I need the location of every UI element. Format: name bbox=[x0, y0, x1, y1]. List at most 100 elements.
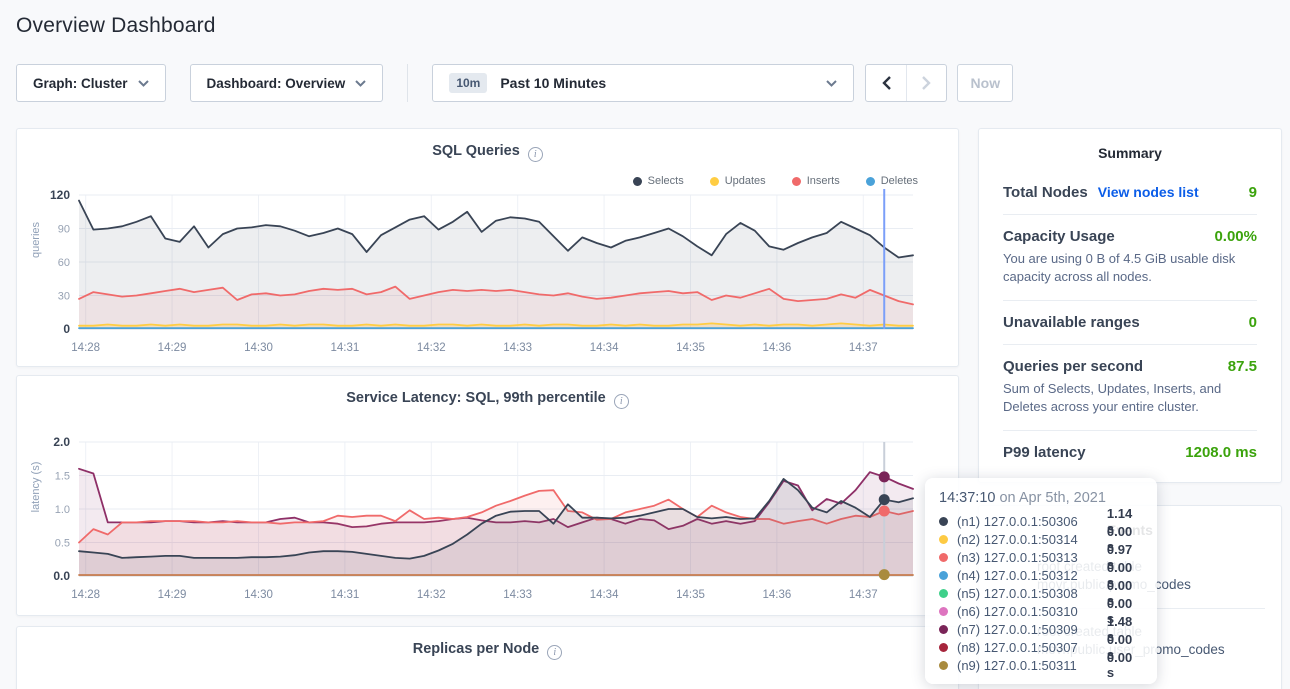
controls-bar: Graph: Cluster Dashboard: Overview 10m P… bbox=[16, 64, 1290, 102]
unavailable-ranges-label: Unavailable ranges bbox=[1003, 314, 1140, 331]
legend-dot bbox=[866, 177, 875, 186]
time-range-badge: 10m bbox=[449, 73, 487, 93]
svg-text:14:30: 14:30 bbox=[244, 342, 273, 354]
service-latency-panel: Service Latency: SQL, 99th percentilei l… bbox=[16, 375, 959, 616]
svg-text:1.0: 1.0 bbox=[55, 504, 70, 516]
svg-text:14:32: 14:32 bbox=[417, 342, 446, 354]
svg-text:14:28: 14:28 bbox=[71, 342, 100, 354]
legend-item: Updates bbox=[710, 175, 766, 187]
svg-text:14:30: 14:30 bbox=[244, 589, 273, 601]
summary-row-total-nodes: Total Nodes View nodes list 9 bbox=[1003, 171, 1257, 214]
svg-text:30: 30 bbox=[58, 291, 70, 303]
svg-text:14:31: 14:31 bbox=[330, 342, 359, 354]
node-color-dot bbox=[939, 571, 948, 580]
sql-y-axis-label: queries bbox=[30, 195, 42, 285]
node-color-dot bbox=[939, 661, 948, 670]
sql-queries-chart-title: SQL Queries bbox=[432, 143, 520, 159]
svg-text:0.0: 0.0 bbox=[53, 569, 70, 583]
svg-text:90: 90 bbox=[58, 224, 70, 236]
node-color-dot bbox=[939, 553, 948, 562]
svg-text:60: 60 bbox=[58, 257, 70, 269]
time-pager bbox=[865, 64, 947, 102]
svg-text:120: 120 bbox=[50, 189, 70, 202]
node-color-dot bbox=[939, 643, 948, 652]
tooltip-rows: (n1) 127.0.0.1:503061.14 s(n2) 127.0.0.1… bbox=[939, 512, 1143, 674]
next-time-button[interactable] bbox=[906, 65, 946, 101]
svg-text:14:33: 14:33 bbox=[503, 589, 532, 601]
tooltip-timestamp: 14:37:10 on Apr 5th, 2021 bbox=[939, 490, 1143, 506]
tooltip-node-row: (n9) 127.0.0.1:503110.00 s bbox=[939, 656, 1143, 674]
svg-text:14:33: 14:33 bbox=[503, 342, 532, 354]
now-button[interactable]: Now bbox=[957, 64, 1013, 102]
node-color-dot bbox=[939, 535, 948, 544]
summary-panel: Summary Total Nodes View nodes list 9 Ca… bbox=[978, 128, 1282, 483]
graph-dropdown-label: Graph: Cluster bbox=[33, 76, 128, 91]
svg-text:14:35: 14:35 bbox=[676, 589, 705, 601]
svg-text:14:35: 14:35 bbox=[676, 342, 705, 354]
view-nodes-list-link[interactable]: View nodes list bbox=[1098, 184, 1199, 200]
sql-queries-panel: SQL Queriesi SelectsUpdatesInsertsDelete… bbox=[16, 128, 959, 367]
svg-text:14:34: 14:34 bbox=[590, 589, 619, 601]
svg-text:14:28: 14:28 bbox=[71, 589, 100, 601]
tooltip-date: on Apr 5th, 2021 bbox=[999, 490, 1105, 506]
sql-queries-legend: SelectsUpdatesInsertsDeletes bbox=[633, 175, 918, 187]
svg-text:0.5: 0.5 bbox=[55, 538, 70, 550]
summary-row-qps: Queries per second 87.5 Sum of Selects, … bbox=[1003, 344, 1257, 430]
svg-text:1.5: 1.5 bbox=[55, 471, 70, 483]
tooltip-time: 14:37:10 bbox=[939, 490, 995, 506]
legend-item: Inserts bbox=[792, 175, 840, 187]
dashboard-dropdown[interactable]: Dashboard: Overview bbox=[190, 64, 384, 102]
legend-dot bbox=[792, 177, 801, 186]
dashboard-dropdown-label: Dashboard: Overview bbox=[207, 76, 346, 91]
info-icon[interactable]: i bbox=[528, 147, 543, 162]
total-nodes-value: 9 bbox=[1249, 184, 1257, 201]
svg-text:14:29: 14:29 bbox=[158, 589, 187, 601]
info-icon[interactable]: i bbox=[547, 645, 562, 660]
summary-title: Summary bbox=[1003, 129, 1257, 171]
summary-row-p99: P99 latency 1208.0 ms bbox=[1003, 430, 1257, 474]
prev-time-button[interactable] bbox=[866, 65, 906, 101]
qps-description: Sum of Selects, Updates, Inserts, and De… bbox=[1003, 380, 1257, 417]
replicas-per-node-panel: Replicas per Node i bbox=[16, 626, 959, 689]
node-color-dot bbox=[939, 625, 948, 634]
overview-dashboard-page: Overview Dashboard Graph: Cluster Dashbo… bbox=[0, 0, 1290, 689]
node-color-dot bbox=[939, 607, 948, 616]
graph-dropdown[interactable]: Graph: Cluster bbox=[16, 64, 166, 102]
capacity-usage-label: Capacity Usage bbox=[1003, 228, 1115, 245]
chevron-left-icon bbox=[882, 76, 891, 90]
p99-latency-label: P99 latency bbox=[1003, 444, 1086, 461]
svg-text:14:31: 14:31 bbox=[330, 589, 359, 601]
total-nodes-label: Total Nodes bbox=[1003, 184, 1088, 201]
sql-queries-chart[interactable]: 14:28 14:29 14:30 14:31 14:32 14:33 14:34 14:35… bbox=[17, 189, 958, 362]
chevron-right-icon bbox=[922, 76, 931, 90]
replicas-chart-title: Replicas per Node bbox=[413, 641, 540, 657]
chevron-down-icon bbox=[355, 80, 366, 87]
time-range-picker[interactable]: 10m Past 10 Minutes bbox=[432, 64, 854, 102]
qps-label: Queries per second bbox=[1003, 358, 1143, 375]
svg-text:14:37: 14:37 bbox=[849, 342, 878, 354]
capacity-usage-description: You are using 0 B of 4.5 GiB usable disk… bbox=[1003, 250, 1257, 287]
legend-dot bbox=[710, 177, 719, 186]
unavailable-ranges-value: 0 bbox=[1249, 314, 1257, 331]
time-range-label: Past 10 Minutes bbox=[500, 75, 606, 91]
p99-latency-value: 1208.0 ms bbox=[1185, 444, 1257, 461]
chevron-down-icon bbox=[826, 80, 837, 87]
node-color-dot bbox=[939, 517, 948, 526]
controls-divider bbox=[407, 64, 408, 102]
svg-text:14:36: 14:36 bbox=[763, 342, 792, 354]
legend-dot bbox=[633, 177, 642, 186]
page-title: Overview Dashboard bbox=[16, 14, 1290, 38]
svg-text:2.0: 2.0 bbox=[53, 436, 70, 449]
svg-text:14:29: 14:29 bbox=[158, 342, 187, 354]
qps-value: 87.5 bbox=[1228, 358, 1257, 375]
svg-text:14:36: 14:36 bbox=[763, 589, 792, 601]
capacity-usage-value: 0.00% bbox=[1214, 228, 1257, 245]
service-latency-chart[interactable]: 14:2814:2914:3014:3114:3214:3314:3414:35… bbox=[17, 436, 958, 609]
latency-y-axis-label: latency (s) bbox=[30, 442, 42, 532]
node-color-dot bbox=[939, 589, 948, 598]
svg-text:0: 0 bbox=[63, 322, 70, 336]
chart-tooltip: 14:37:10 on Apr 5th, 2021 (n1) 127.0.0.1… bbox=[925, 478, 1157, 684]
svg-text:14:34: 14:34 bbox=[590, 342, 619, 354]
summary-row-unavailable-ranges: Unavailable ranges 0 bbox=[1003, 300, 1257, 344]
info-icon[interactable]: i bbox=[614, 394, 629, 409]
